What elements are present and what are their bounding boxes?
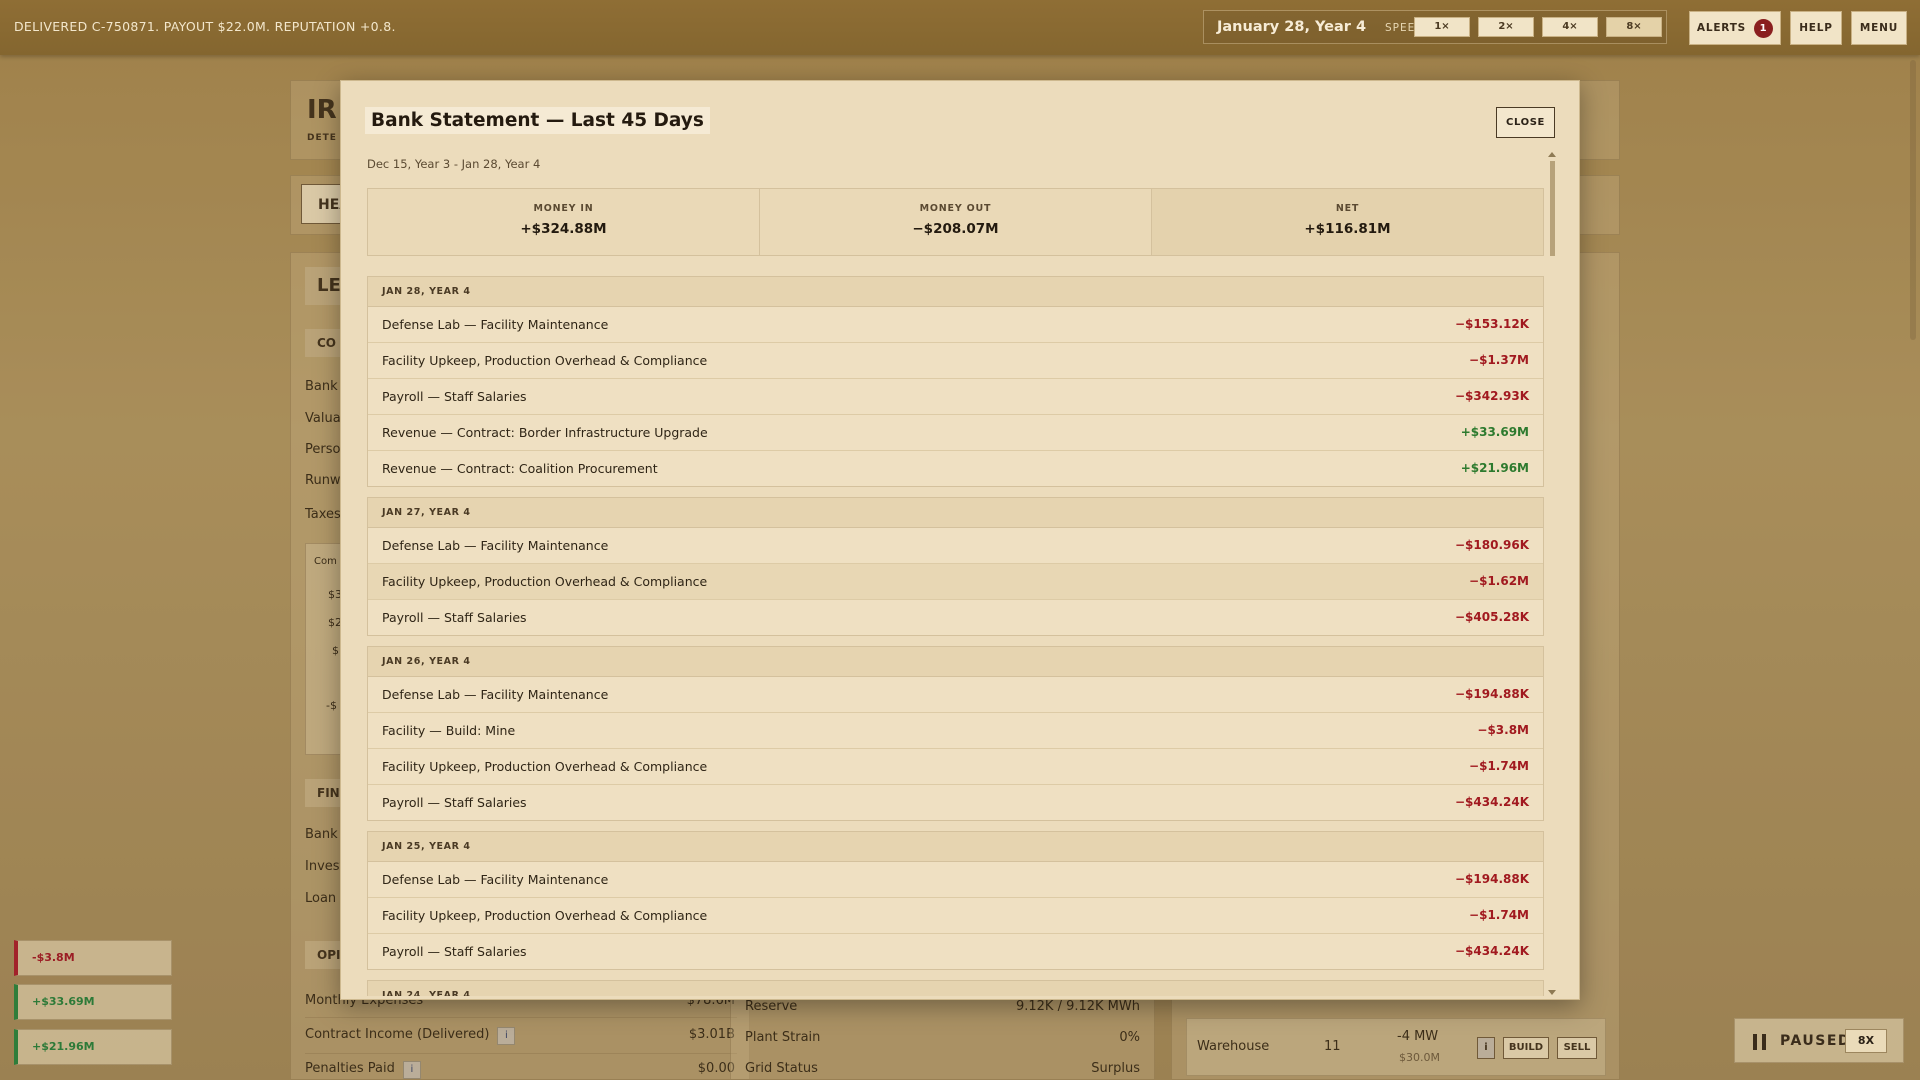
event-message: DELIVERED C-750871. PAYOUT $22.0M. REPUT…: [14, 19, 396, 34]
date-speed-panel: January 28, Year 4 SPEED 1× 2× 4× 8×: [1203, 10, 1667, 44]
transaction-label: Facility — Build: Mine: [382, 723, 516, 738]
transaction-amount: −$342.93K: [1454, 389, 1529, 403]
help-button[interactable]: HELP: [1790, 11, 1842, 45]
transaction-amount: −$3.8M: [1477, 723, 1529, 737]
transaction-amount: −$1.74M: [1469, 908, 1529, 922]
transaction-label: Revenue — Contract: Border Infrastructur…: [382, 425, 708, 440]
transaction-amount: −$434.24K: [1454, 944, 1529, 958]
bank-statement-modal: Bank Statement — Last 45 Days CLOSE Dec …: [340, 80, 1580, 1000]
statement-scroll-area[interactable]: MONEY IN +$324.88M MONEY OUT −$208.07M N…: [367, 188, 1545, 996]
transaction-label: Payroll — Staff Salaries: [382, 944, 527, 959]
transaction-amount: −$1.62M: [1469, 574, 1529, 588]
paused-speed-badge: 8X: [1845, 1029, 1887, 1053]
speed-8x-button[interactable]: 8×: [1606, 17, 1662, 37]
transaction-label: Defense Lab — Facility Maintenance: [382, 538, 609, 553]
pause-control[interactable]: PAUSED 8X: [1734, 1018, 1904, 1063]
summary-value: +$324.88M: [520, 221, 607, 237]
transaction-row: Payroll — Staff Salaries −$434.24K: [368, 934, 1543, 969]
summary-net: NET +$116.81M: [1152, 189, 1543, 255]
day-header: JAN 27, YEAR 4: [368, 498, 1543, 528]
transaction-amount: −$405.28K: [1454, 610, 1529, 624]
transaction-amount: −$153.12K: [1454, 317, 1529, 331]
transaction-label: Payroll — Staff Salaries: [382, 389, 527, 404]
transaction-label: Payroll — Staff Salaries: [382, 795, 527, 810]
transaction-row: Facility Upkeep, Production Overhead & C…: [368, 749, 1543, 785]
alerts-label: ALERTS: [1696, 22, 1747, 34]
day-group: JAN 24, YEAR 4: [367, 980, 1544, 996]
transaction-label: Facility Upkeep, Production Overhead & C…: [382, 353, 708, 368]
speed-2x-button[interactable]: 2×: [1478, 17, 1534, 37]
summary-money-in: MONEY IN +$324.88M: [368, 189, 760, 255]
transaction-amount: −$180.96K: [1454, 538, 1529, 552]
transaction-row: Facility — Build: Mine −$3.8M: [368, 713, 1543, 749]
transaction-label: Payroll — Staff Salaries: [382, 610, 527, 625]
transaction-amount: +$21.96M: [1460, 461, 1529, 475]
summary-label: NET: [1335, 203, 1360, 214]
transaction-row: Defense Lab — Facility Maintenance −$180.…: [368, 528, 1543, 564]
statement-date-range: Dec 15, Year 3 - Jan 28, Year 4: [367, 157, 541, 171]
day-header: JAN 28, YEAR 4: [368, 277, 1543, 307]
transaction-label: Facility Upkeep, Production Overhead & C…: [382, 908, 708, 923]
summary-value: +$116.81M: [1304, 221, 1391, 237]
transaction-row: Facility Upkeep, Production Overhead & C…: [368, 343, 1543, 379]
scroll-down-arrow-icon[interactable]: [1548, 990, 1556, 995]
summary-value: −$208.07M: [912, 221, 999, 237]
toast-notification: +$21.96M: [14, 1029, 172, 1065]
toast-notification: +$33.69M: [14, 984, 172, 1020]
transaction-amount: +$33.69M: [1460, 425, 1529, 439]
transaction-label: Facility Upkeep, Production Overhead & C…: [382, 759, 708, 774]
transaction-row: Payroll — Staff Salaries −$405.28K: [368, 600, 1543, 635]
summary-label: MONEY IN: [533, 203, 594, 214]
pause-icon: [1753, 1034, 1767, 1050]
speed-1x-button[interactable]: 1×: [1414, 17, 1470, 37]
transaction-row: Facility Upkeep, Production Overhead & C…: [368, 564, 1543, 600]
page-scrollbar[interactable]: [1910, 60, 1916, 340]
scroll-up-arrow-icon[interactable]: [1548, 152, 1556, 157]
alerts-button[interactable]: ALERTS 1: [1689, 11, 1781, 45]
transaction-label: Defense Lab — Facility Maintenance: [382, 317, 609, 332]
transaction-amount: −$194.88K: [1454, 872, 1529, 886]
transaction-row: Payroll — Staff Salaries −$342.93K: [368, 379, 1543, 415]
transaction-amount: −$1.74M: [1469, 759, 1529, 773]
transaction-label: Defense Lab — Facility Maintenance: [382, 687, 609, 702]
day-header: JAN 25, YEAR 4: [368, 832, 1543, 862]
transaction-row: Defense Lab — Facility Maintenance −$194.…: [368, 677, 1543, 713]
transaction-label: Defense Lab — Facility Maintenance: [382, 872, 609, 887]
modal-scrollbar-thumb[interactable]: [1550, 161, 1555, 256]
modal-title: Bank Statement — Last 45 Days: [365, 107, 710, 134]
transaction-label: Facility Upkeep, Production Overhead & C…: [382, 574, 708, 589]
transaction-amount: −$1.37M: [1469, 353, 1529, 367]
transaction-row: Defense Lab — Facility Maintenance −$153.…: [368, 307, 1543, 343]
day-group: JAN 26, YEAR 4 Defense Lab — Facility Ma…: [367, 646, 1544, 821]
transaction-row: Facility Upkeep, Production Overhead & C…: [368, 898, 1543, 934]
transaction-row: Defense Lab — Facility Maintenance −$194.…: [368, 862, 1543, 898]
transaction-row: Revenue — Contract: Coalition Procuremen…: [368, 451, 1543, 486]
menu-button[interactable]: MENU: [1851, 11, 1907, 45]
day-group: JAN 28, YEAR 4 Defense Lab — Facility Ma…: [367, 276, 1544, 487]
toast-notification: -$3.8M: [14, 940, 172, 976]
top-bar: DELIVERED C-750871. PAYOUT $22.0M. REPUT…: [0, 0, 1920, 55]
day-header: JAN 26, YEAR 4: [368, 647, 1543, 677]
statement-summary: MONEY IN +$324.88M MONEY OUT −$208.07M N…: [367, 188, 1544, 256]
game-date: January 28, Year 4: [1217, 19, 1367, 35]
day-group: JAN 25, YEAR 4 Defense Lab — Facility Ma…: [367, 831, 1544, 970]
transaction-amount: −$434.24K: [1454, 795, 1529, 809]
paused-label: PAUSED: [1780, 1033, 1852, 1049]
day-group: JAN 27, YEAR 4 Defense Lab — Facility Ma…: [367, 497, 1544, 636]
speed-4x-button[interactable]: 4×: [1542, 17, 1598, 37]
transaction-label: Revenue — Contract: Coalition Procuremen…: [382, 461, 658, 476]
transaction-amount: −$194.88K: [1454, 687, 1529, 701]
transaction-row: Revenue — Contract: Border Infrastructur…: [368, 415, 1543, 451]
transaction-row: Payroll — Staff Salaries −$434.24K: [368, 785, 1543, 820]
summary-money-out: MONEY OUT −$208.07M: [760, 189, 1152, 255]
day-header: JAN 24, YEAR 4: [368, 981, 1543, 996]
summary-label: MONEY OUT: [919, 203, 992, 214]
close-button[interactable]: CLOSE: [1496, 107, 1555, 138]
alerts-count-badge: 1: [1754, 18, 1774, 38]
